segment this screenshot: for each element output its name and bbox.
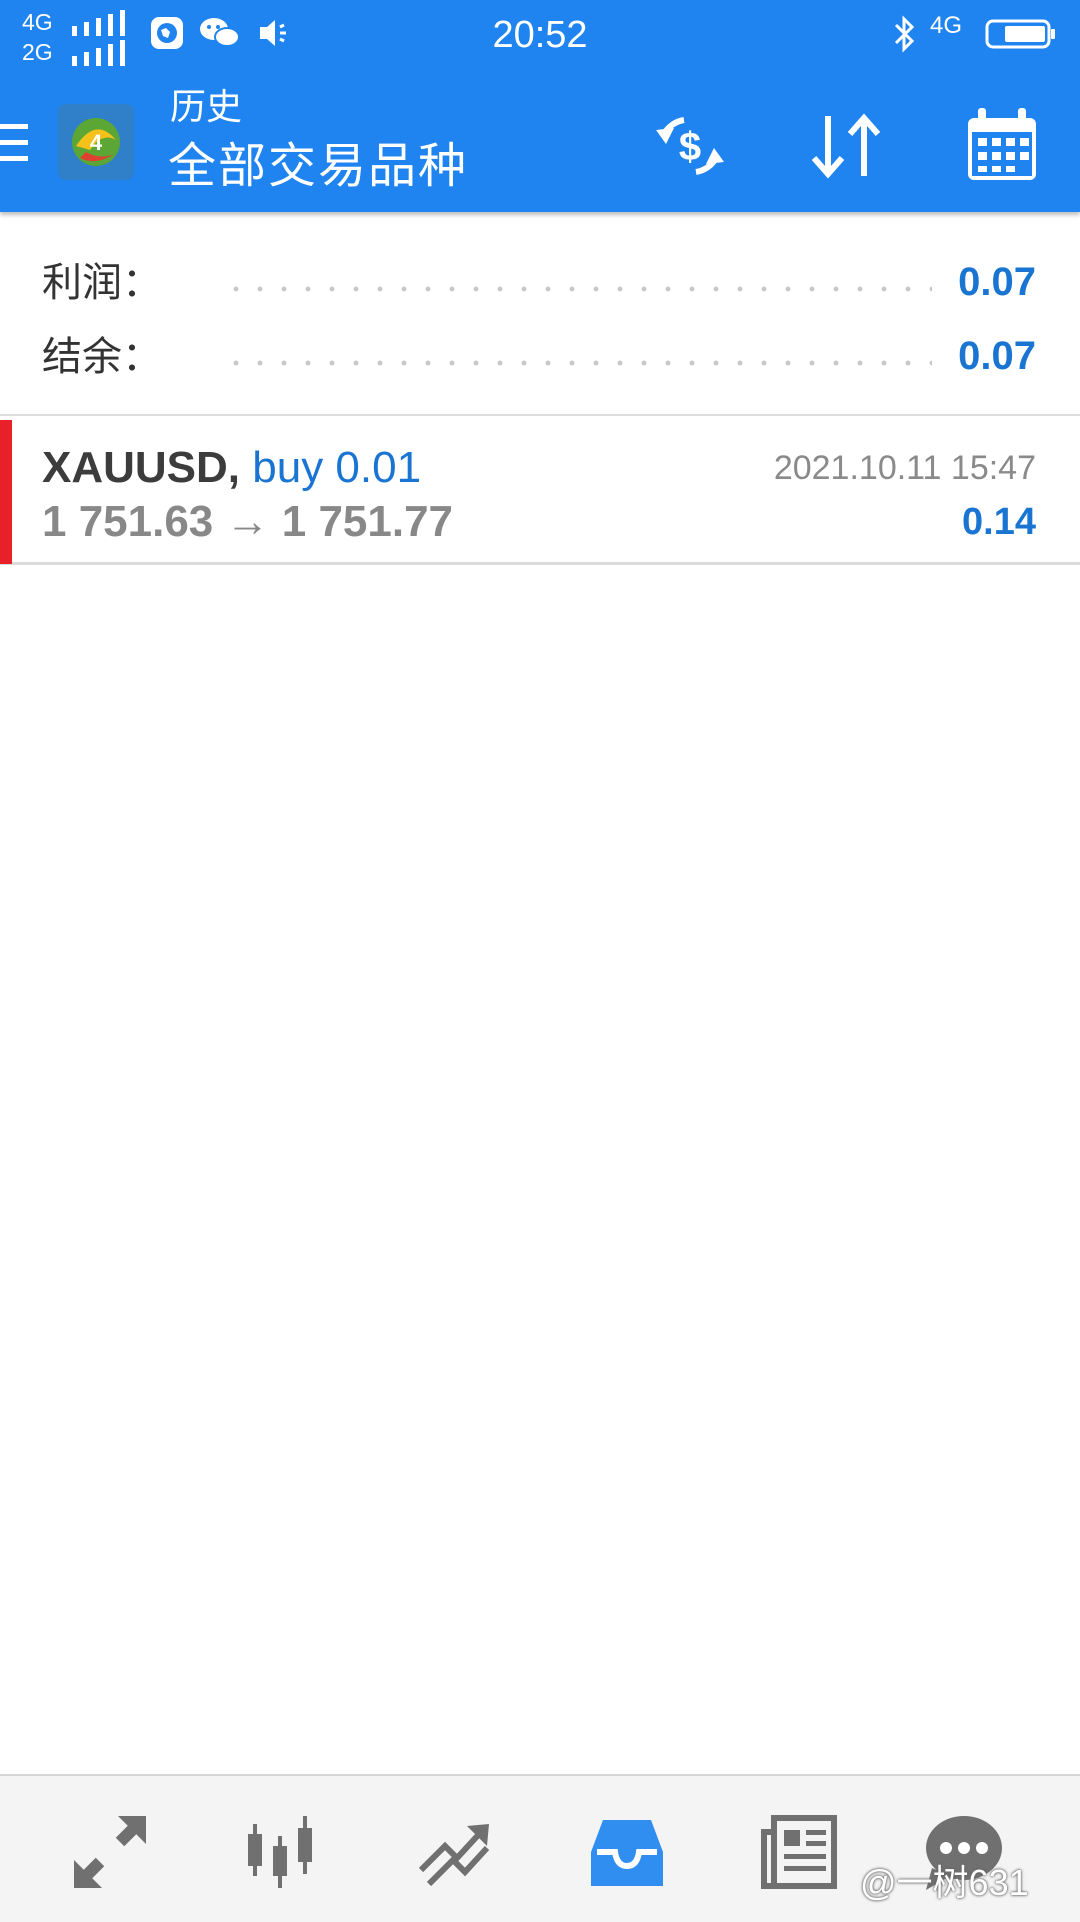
trade-icon[interactable] <box>415 1812 495 1892</box>
trade-symbol: XAUUSD, <box>42 443 241 492</box>
browser-icon <box>151 17 183 49</box>
top-bar: 4G 2G 20:52 4G 4 历史 全部交易品种 $ <box>0 0 1080 212</box>
app-bar: 4 历史 全部交易品种 $ <box>0 80 1080 212</box>
signal-bars-icon <box>72 10 125 36</box>
balance-label: 结余： <box>42 334 162 380</box>
trade-profit: 0.14 <box>962 501 1036 543</box>
trade-row[interactable]: XAUUSD, buy 0.01 1 751.63 → 1 751.77 202… <box>0 418 1080 565</box>
profit-row: 利润： 0.07 <box>0 248 1080 318</box>
dotted-leader <box>224 286 932 292</box>
metatrader-logo-icon[interactable]: 4 <box>56 102 136 182</box>
network-type-bottom: 2G <box>22 39 53 65</box>
trade-header: XAUUSD, buy 0.01 <box>42 442 421 494</box>
volume-icon <box>260 20 286 46</box>
hamburger-icon[interactable] <box>0 120 30 166</box>
sort-icon[interactable] <box>804 104 888 188</box>
trade-close-price: 1 751.77 <box>281 497 454 546</box>
profit-value: 0.07 <box>958 260 1036 304</box>
calendar-icon[interactable] <box>960 104 1044 188</box>
quotes-icon[interactable] <box>70 1812 150 1892</box>
balance-value: 0.07 <box>958 334 1036 378</box>
signal-bars-icon <box>72 40 125 66</box>
watermark: @一树631 <box>860 1862 1029 1903</box>
status-clock: 20:52 <box>492 14 588 56</box>
trade-open-price: 1 751.63 <box>42 497 214 546</box>
network-type-right: 4G <box>930 12 963 39</box>
network-row-top: 4G <box>22 8 132 36</box>
svg-text:$: $ <box>679 125 701 169</box>
bluetooth-icon <box>894 15 915 53</box>
battery-icon <box>985 19 1055 49</box>
network-row-bottom: 2G <box>22 38 132 66</box>
trade-side-indicator <box>0 420 12 564</box>
balance-row: 结余： 0.07 <box>0 322 1080 392</box>
bottom-nav: @一树631 <box>0 1774 1080 1922</box>
dotted-leader <box>224 360 932 366</box>
trade-time: 2021.10.11 15:47 <box>773 449 1036 487</box>
chart-candles-icon[interactable] <box>240 1812 320 1892</box>
page-title[interactable]: 全部交易品种 <box>168 136 468 196</box>
trade-arrow-icon: → <box>225 497 270 546</box>
trade-prices: 1 751.63 → 1 751.77 <box>42 496 453 548</box>
dollar-refresh-icon[interactable]: $ <box>648 104 732 188</box>
wechat-icon <box>200 18 240 47</box>
summary-panel: 利润： 0.07 结余： 0.07 <box>0 212 1080 416</box>
network-type-top: 4G <box>22 9 53 35</box>
profit-label: 利润： <box>42 260 162 306</box>
network-indicator: 4G 2G <box>22 8 132 68</box>
status-bar: 4G 2G 20:52 4G <box>0 0 1080 70</box>
page-subtitle: 历史 <box>170 87 243 128</box>
trade-side-volume: buy 0.01 <box>252 443 422 492</box>
history-icon[interactable] <box>587 1812 667 1892</box>
news-icon[interactable] <box>760 1812 840 1892</box>
svg-text:4: 4 <box>90 130 103 155</box>
